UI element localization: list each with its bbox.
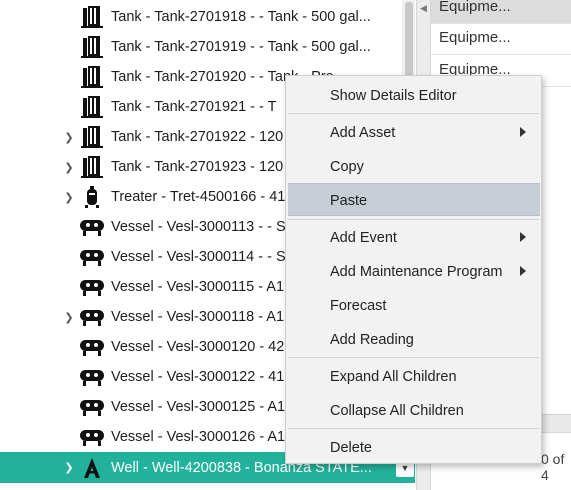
tree-row-label: Tank - Tank-2701922 - 120 bbox=[111, 129, 284, 145]
tank-icon bbox=[78, 156, 106, 178]
menu-separator bbox=[288, 428, 539, 429]
submenu-arrow-icon bbox=[520, 266, 526, 276]
menu-item-label: Expand All Children bbox=[330, 369, 457, 385]
caret-left-icon[interactable]: ◀ bbox=[420, 3, 427, 14]
tree-row-label: Tank - Tank-2701918 - - Tank - 500 gal..… bbox=[111, 9, 371, 25]
vessel-icon bbox=[78, 276, 106, 298]
menu-item-show-details-editor[interactable]: Show Details Editor bbox=[286, 79, 541, 112]
menu-separator bbox=[288, 219, 539, 220]
submenu-arrow-icon bbox=[520, 127, 526, 137]
tree-row-label: Treater - Tret-4500166 - 41 bbox=[111, 189, 286, 205]
chevron-right-icon[interactable]: ❯ bbox=[64, 461, 74, 474]
tree-row-label: Tank - Tank-2701919 - - Tank - 500 gal..… bbox=[111, 39, 371, 55]
menu-separator bbox=[288, 357, 539, 358]
grid-cell[interactable]: Equipme... bbox=[431, 0, 571, 24]
menu-item-label: Delete bbox=[330, 440, 372, 456]
submenu-arrow-icon bbox=[520, 232, 526, 242]
treater-icon bbox=[78, 186, 106, 208]
vessel-icon bbox=[78, 426, 106, 448]
tree-row[interactable]: Tank - Tank-2701919 - - Tank - 500 gal..… bbox=[0, 32, 415, 62]
menu-item-paste[interactable]: Paste bbox=[288, 183, 540, 216]
grid-cell[interactable]: Equipme... bbox=[431, 25, 571, 55]
tree-row-label: Vessel - Vesl-3000113 - - S bbox=[111, 219, 286, 235]
menu-item-label: Paste bbox=[330, 193, 368, 209]
menu-item-label: Copy bbox=[330, 159, 364, 175]
tank-icon bbox=[78, 6, 106, 28]
tank-icon bbox=[78, 96, 106, 118]
menu-item-label: Forecast bbox=[330, 298, 387, 314]
vessel-icon bbox=[78, 306, 106, 328]
menu-item-copy[interactable]: Copy bbox=[286, 150, 541, 183]
pager-text: 0 of 4 bbox=[541, 451, 565, 483]
menu-item-add-reading[interactable]: Add Reading bbox=[286, 323, 541, 356]
menu-item-delete[interactable]: Delete bbox=[286, 431, 541, 464]
chevron-right-icon[interactable]: ❯ bbox=[64, 161, 74, 174]
tree-row-label: Vessel - Vesl-3000126 - A1 bbox=[111, 429, 286, 445]
menu-item-forecast[interactable]: Forecast bbox=[286, 289, 541, 322]
vessel-icon bbox=[78, 396, 106, 418]
menu-item-label: Show Details Editor bbox=[330, 88, 457, 104]
chevron-right-icon[interactable]: ❯ bbox=[64, 311, 74, 324]
vessel-icon bbox=[78, 216, 106, 238]
tree-row-label: Tank - Tank-2701921 - - T bbox=[111, 99, 277, 115]
tank-icon bbox=[78, 126, 106, 148]
menu-item-expand-all-children[interactable]: Expand All Children bbox=[286, 360, 541, 393]
tree-row-label: Vessel - Vesl-3000120 - 42 bbox=[111, 339, 285, 355]
vessel-icon bbox=[78, 366, 106, 388]
menu-item-add-maintenance-program[interactable]: Add Maintenance Program bbox=[286, 255, 541, 288]
menu-item-collapse-all-children[interactable]: Collapse All Children bbox=[286, 394, 541, 427]
tree-row-label: Vessel - Vesl-3000118 - A1 bbox=[111, 309, 285, 325]
chevron-right-icon[interactable]: ❯ bbox=[64, 191, 74, 204]
tank-icon bbox=[78, 66, 106, 88]
tree-row-label: Vessel - Vesl-3000115 - A1 bbox=[111, 279, 285, 295]
context-menu: Show Details Editor Add Asset Copy Paste… bbox=[285, 75, 542, 464]
tree-row[interactable]: Tank - Tank-2701918 - - Tank - 500 gal..… bbox=[0, 2, 415, 32]
menu-item-label: Add Event bbox=[330, 230, 397, 246]
tank-icon bbox=[78, 36, 106, 58]
tree-row-label: Vessel - Vesl-3000122 - 41 bbox=[111, 369, 285, 385]
menu-item-add-event[interactable]: Add Event bbox=[286, 221, 541, 254]
menu-separator bbox=[288, 113, 539, 114]
menu-item-label: Add Asset bbox=[330, 125, 396, 141]
menu-item-label: Add Reading bbox=[330, 332, 414, 348]
vessel-icon bbox=[78, 336, 106, 358]
tree-row-label: Tank - Tank-2701923 - 120 bbox=[111, 159, 284, 175]
menu-item-label: Collapse All Children bbox=[330, 403, 464, 419]
well-icon bbox=[78, 457, 106, 479]
tree-row-label: Vessel - Vesl-3000125 - A1 bbox=[111, 399, 286, 415]
vessel-icon bbox=[78, 246, 106, 268]
tree-row-label: Vessel - Vesl-3000114 - - S bbox=[111, 249, 286, 265]
menu-item-label: Add Maintenance Program bbox=[330, 264, 503, 280]
chevron-right-icon[interactable]: ❯ bbox=[64, 131, 74, 144]
menu-item-add-asset[interactable]: Add Asset bbox=[286, 116, 541, 149]
